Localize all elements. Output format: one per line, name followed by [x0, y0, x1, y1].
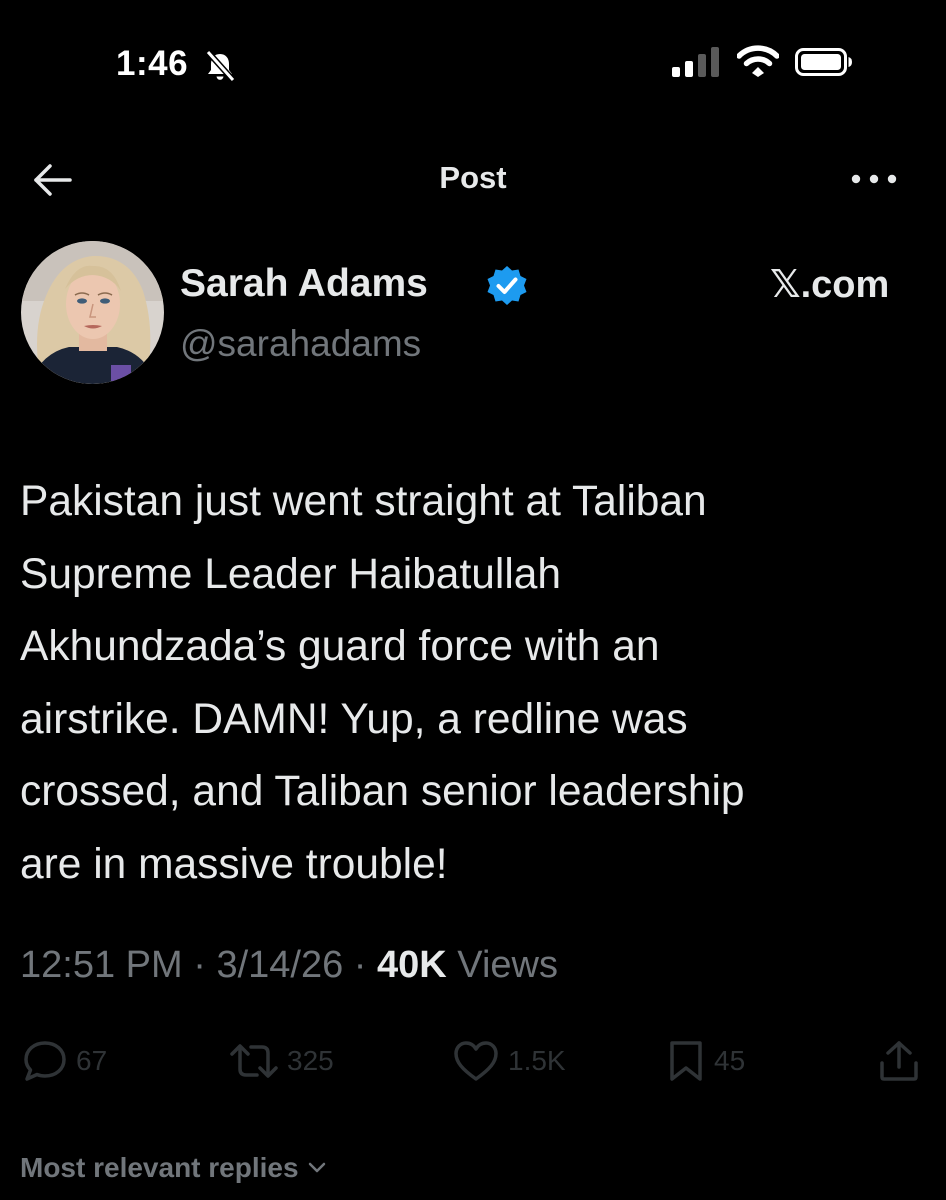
reply-button[interactable]: 67 [22, 1038, 107, 1084]
repost-icon [230, 1044, 278, 1078]
xcom-watermark: 𝕏.com [770, 264, 890, 306]
tweet-line: airstrike. DAMN! Yup, a redline was [20, 695, 688, 743]
share-button[interactable] [876, 1038, 922, 1084]
share-icon [880, 1041, 918, 1081]
reply-count: 67 [76, 1045, 108, 1076]
cellular-signal-icon [672, 47, 719, 77]
heart-icon [454, 1041, 498, 1081]
bookmark-icon [670, 1041, 702, 1081]
repost-button[interactable]: 325 [229, 1038, 334, 1084]
page-title: Post [439, 160, 507, 195]
tweet-time[interactable]: 12:51 PM [20, 944, 183, 986]
verified-badge-icon[interactable] [485, 264, 529, 308]
repost-count: 325 [287, 1045, 334, 1076]
tweet-line: Supreme Leader Haibatullah [20, 550, 562, 598]
tweet-line: Akhundzada’s guard force with an [20, 623, 660, 670]
views-count[interactable]: 40K [377, 944, 447, 986]
tweet-line: are in massive trouble! [20, 840, 448, 888]
like-button[interactable]: 1.5K [452, 1038, 566, 1084]
bookmark-button[interactable]: 45 [666, 1038, 745, 1084]
tweet-text: Pakistan just went straight at Taliban S… [20, 466, 920, 901]
avatar[interactable] [21, 241, 164, 384]
battery-icon [795, 48, 852, 76]
chevron-down-icon [308, 1162, 325, 1173]
bell-slash-icon [205, 50, 236, 82]
status-time: 1:46 [116, 44, 189, 83]
author-name[interactable]: Sarah Adams [180, 262, 428, 306]
tweet-line: Pakistan just went straight at Taliban [20, 478, 707, 525]
replies-sort-dropdown[interactable]: Most relevant replies [20, 1152, 327, 1184]
views-label: Views [457, 944, 558, 986]
replies-sort-label: Most relevant replies [20, 1152, 299, 1183]
tweet-line: crossed, and Taliban senior leadership [20, 768, 745, 815]
tweet-date[interactable]: 3/14/26 [216, 944, 343, 986]
avatar-portrait [21, 241, 164, 384]
more-horizontal-icon[interactable] [848, 168, 900, 190]
wifi-icon [737, 45, 779, 77]
bookmark-count: 45 [714, 1045, 746, 1076]
reply-icon [24, 1041, 66, 1081]
author-handle[interactable]: @sarahadams [180, 323, 421, 365]
tweet-meta: 12:51 PM · 3/14/26 · 40K Views [20, 944, 558, 986]
like-count: 1.5K [508, 1045, 566, 1076]
